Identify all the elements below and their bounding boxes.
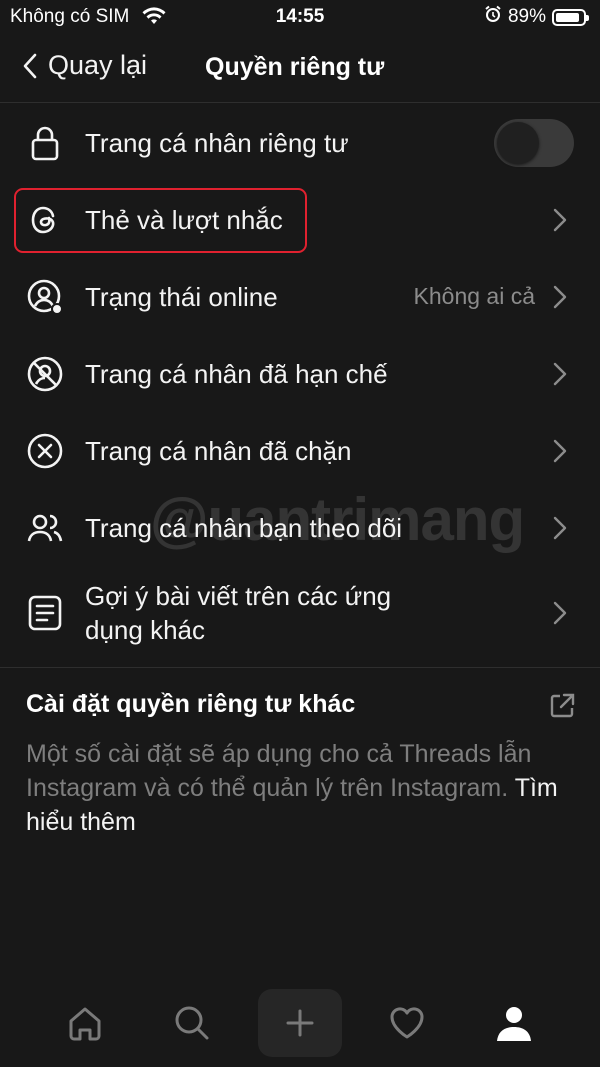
tab-new-post[interactable]: [258, 989, 342, 1057]
privacy-settings-list: Trang cá nhân riêng tư Thẻ và lượt nhắc …: [0, 104, 600, 660]
chevron-right-icon: [553, 439, 567, 462]
back-button[interactable]: Quay lại: [22, 50, 147, 81]
chevron-right-icon: [553, 362, 567, 385]
highlight-box: [14, 188, 307, 253]
chevron-right-icon: [553, 285, 567, 308]
alarm-icon: [484, 5, 502, 29]
other-privacy-section: Cài đặt quyền riêng tư khác Một số cài đ…: [26, 690, 576, 839]
private-profile-toggle[interactable]: [494, 118, 574, 167]
plus-icon: [286, 1009, 314, 1037]
row-label: Trang cá nhân riêng tư: [85, 127, 349, 158]
section-title: Cài đặt quyền riêng tư khác: [26, 690, 356, 718]
battery-percent: 89%: [507, 6, 546, 27]
chevron-right-icon: [553, 601, 567, 625]
row-label: Gợi ý bài viết trên các ứng dụng khác: [85, 581, 392, 645]
row-blocked-profiles[interactable]: Trang cá nhân đã chặn: [0, 412, 600, 489]
blocked-icon: [24, 430, 66, 472]
people-icon: [24, 507, 66, 549]
row-label: Trang cá nhân đã hạn chế: [85, 358, 388, 389]
tab-profile[interactable]: [484, 993, 544, 1053]
page-title: Quyền riêng tư: [205, 53, 385, 81]
navigation-bar: Quay lại Quyền riêng tư: [0, 34, 600, 103]
document-icon: [24, 592, 66, 634]
description-text: Một số cài đặt sẽ áp dụng cho cả Threads…: [26, 740, 532, 802]
chevron-left-icon: [23, 53, 37, 78]
divider: [0, 667, 600, 668]
battery-icon: [552, 8, 589, 26]
chevron-right-icon: [553, 516, 567, 539]
lock-icon: [24, 122, 66, 164]
row-label: Trang cá nhân đã chặn: [85, 435, 352, 466]
tab-search[interactable]: [162, 993, 222, 1053]
row-online-status[interactable]: Trạng thái online Không ai cả: [0, 258, 600, 335]
tab-bar: [0, 977, 600, 1067]
watermark: @uantrimang: [150, 486, 525, 553]
online-status-icon: [24, 276, 66, 318]
restricted-icon: [24, 353, 66, 395]
search-icon: [175, 1006, 209, 1040]
row-private-profile[interactable]: Trang cá nhân riêng tư: [0, 104, 600, 181]
tab-activity[interactable]: [377, 993, 437, 1053]
row-label: Trạng thái online: [85, 281, 278, 312]
external-link-icon[interactable]: [548, 692, 576, 720]
row-restricted-profiles[interactable]: Trang cá nhân đã hạn chế: [0, 335, 600, 412]
row-suggested-posts[interactable]: Gợi ý bài viết trên các ứng dụng khác: [0, 566, 600, 660]
tab-home[interactable]: [55, 993, 115, 1053]
online-status-value: Không ai cả: [413, 283, 535, 309]
section-description: Một số cài đặt sẽ áp dụng cho cả Threads…: [26, 737, 576, 839]
chevron-right-icon: [553, 208, 567, 231]
profile-icon: [497, 1007, 531, 1041]
back-label: Quay lại: [48, 50, 148, 80]
home-icon: [69, 1007, 101, 1041]
status-bar: Không có SIM 14:55 89%: [0, 0, 600, 34]
heart-icon: [390, 1007, 424, 1039]
